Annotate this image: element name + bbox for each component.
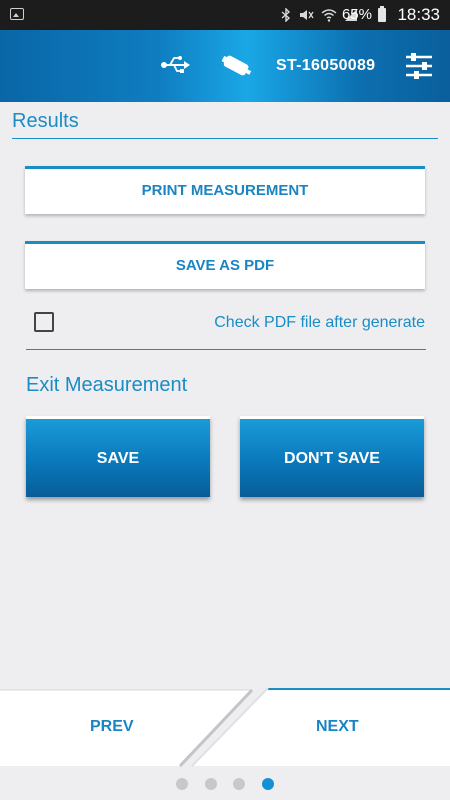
usb-icon[interactable] — [160, 54, 192, 76]
status-bar: 65% 18:33 — [0, 0, 450, 30]
prev-button[interactable]: PREV — [90, 718, 134, 736]
page-dot — [176, 778, 188, 790]
next-button[interactable]: NEXT — [316, 718, 359, 736]
device-id: ST-16050089 — [276, 57, 376, 74]
battery-icon — [378, 6, 386, 22]
page-dot-active — [262, 778, 274, 790]
save-button[interactable]: SAVE — [26, 416, 210, 497]
settings-sliders-icon[interactable] — [404, 52, 434, 80]
dont-save-button[interactable]: DON'T SAVE — [240, 416, 424, 497]
check-pdf-checkbox[interactable] — [34, 312, 54, 332]
checkbox-divider — [26, 349, 426, 350]
device-icon[interactable] — [220, 52, 254, 80]
app-header: ST-16050089 — [0, 30, 450, 102]
results-divider — [12, 138, 438, 139]
results-title: Results — [12, 110, 79, 132]
image-icon — [10, 8, 24, 20]
battery-percentage: 65% — [341, 6, 372, 23]
page-dot — [233, 778, 245, 790]
bottom-nav-background — [0, 688, 450, 768]
page-indicator — [0, 778, 450, 792]
check-pdf-label: Check PDF file after generate — [214, 314, 425, 331]
page-dot — [205, 778, 217, 790]
clock: 18:33 — [397, 5, 440, 24]
save-as-pdf-button[interactable]: SAVE AS PDF — [25, 241, 425, 289]
wifi-icon — [321, 9, 337, 22]
bluetooth-icon — [281, 8, 291, 22]
exit-measurement-title: Exit Measurement — [26, 374, 188, 396]
bottom-navigation: PREV NEXT — [0, 688, 450, 768]
mute-icon — [300, 10, 314, 20]
print-measurement-button[interactable]: PRINT MEASUREMENT — [25, 166, 425, 214]
